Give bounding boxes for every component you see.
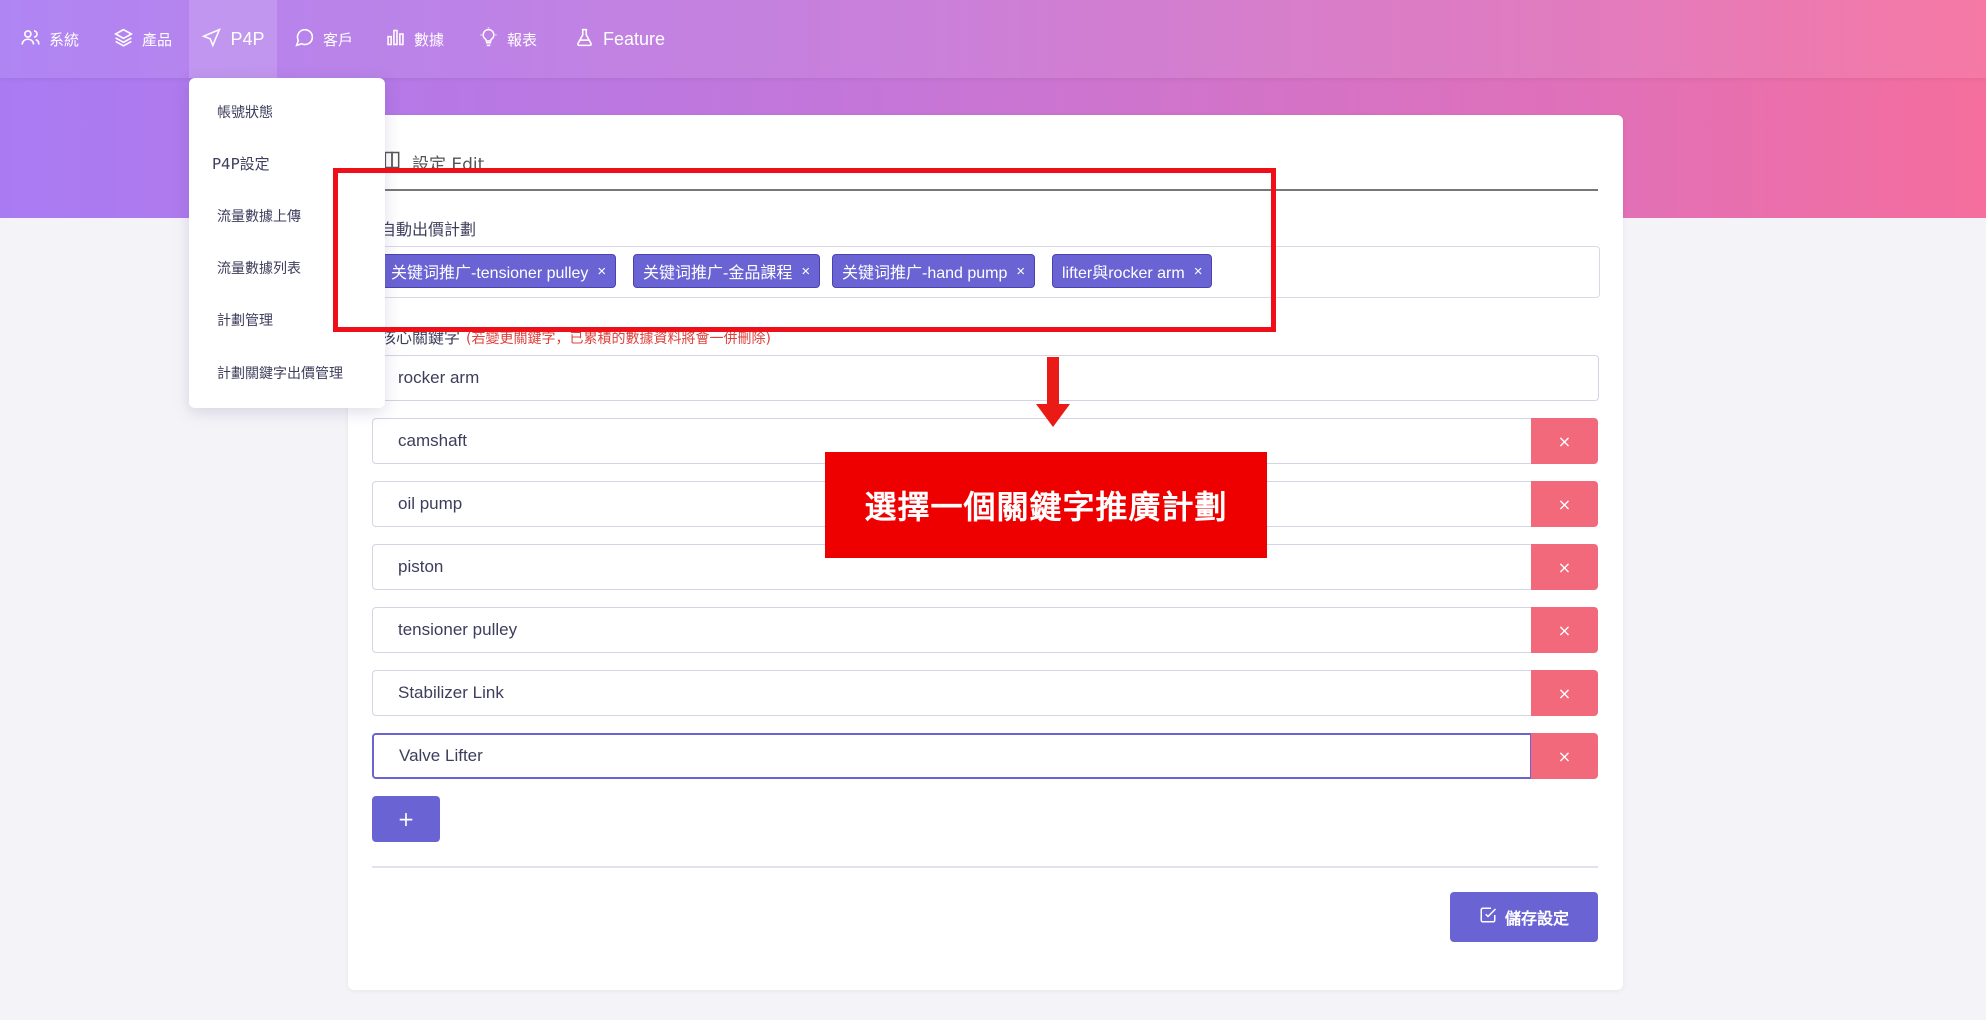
nav-label: 報表 — [507, 30, 538, 49]
p4p-dropdown-menu: 帳號狀態 P4P設定 流量數據上傳 流量數據列表 計劃管理 計劃關鍵字出價管理 — [189, 78, 385, 408]
plan-tag-label: 关键词推广-hand pump — [842, 265, 1008, 282]
nav-item-data[interactable]: 數據 — [385, 0, 444, 78]
keyword-value: camshaft — [398, 431, 467, 450]
nav-label: 數據 — [414, 30, 445, 49]
dropdown-item-keyword-bid-management[interactable]: 計劃關鍵字出價管理 — [217, 363, 343, 383]
book-icon — [382, 150, 402, 175]
keyword-input[interactable]: rocker arm — [372, 355, 1599, 401]
plan-tag[interactable]: 关键词推广-hand pump × — [832, 254, 1036, 288]
keyword-value: piston — [398, 557, 444, 576]
plan-tag-label: 关键词推广-tensioner pulley — [391, 265, 589, 282]
card-title: 設定 Edit — [382, 150, 484, 175]
bar-chart-icon — [385, 27, 406, 52]
nav-item-feature[interactable]: Feature — [574, 0, 665, 78]
keyword-value: Valve Lifter — [399, 746, 483, 765]
users-icon — [20, 27, 41, 52]
nav-item-system[interactable]: 系統 — [20, 0, 79, 78]
keywords-label: 核心關鍵字 (若變更關鍵字，已累積的數據資料將會一併刪除) — [380, 324, 771, 348]
keywords-hint: (若變更關鍵字，已累積的數據資料將會一併刪除) — [466, 331, 771, 347]
nav-label: P4P — [230, 28, 265, 49]
delete-keyword-button[interactable]: × — [1531, 607, 1598, 653]
annotation-arrow-shaft — [1047, 357, 1059, 405]
remove-tag-icon[interactable]: × — [801, 263, 810, 280]
plans-label: 自動出價計劃 — [380, 220, 477, 239]
nav-item-p4p[interactable]: P4P — [189, 0, 277, 78]
delete-keyword-button[interactable]: × — [1531, 733, 1598, 779]
keyword-input[interactable]: Valve Lifter — [372, 733, 1532, 779]
nav-label: Feature — [603, 28, 666, 49]
keyword-value: oil pump — [398, 494, 463, 513]
title-divider — [372, 189, 1598, 191]
nav-item-reports[interactable]: 報表 — [478, 0, 537, 78]
card-title-text: 設定 Edit — [412, 155, 485, 175]
checkbox-icon — [1479, 906, 1497, 928]
lightbulb-icon — [478, 26, 499, 52]
top-navigation: 系統 產品 P4P 客戶 數據 報表 Feature — [0, 0, 1986, 78]
plan-tag-label: 关键词推广-金品課程 — [643, 265, 793, 282]
dropdown-item-traffic-list[interactable]: 流量數據列表 — [217, 258, 301, 278]
footer-divider — [372, 866, 1598, 868]
keywords-label-text: 核心關鍵字 — [380, 328, 461, 347]
keyword-value: tensioner pulley — [398, 620, 518, 639]
delete-keyword-button[interactable]: × — [1531, 418, 1598, 464]
flask-icon — [574, 27, 595, 52]
keyword-input[interactable]: tensioner pulley — [372, 607, 1532, 653]
save-settings-button[interactable]: 儲存設定 — [1450, 892, 1598, 942]
remove-tag-icon[interactable]: × — [597, 263, 606, 280]
nav-label: 客戶 — [323, 30, 354, 49]
layers-icon — [113, 27, 134, 52]
delete-keyword-button[interactable]: × — [1531, 544, 1598, 590]
add-keyword-button[interactable]: + — [372, 796, 440, 842]
dropdown-item-p4p-settings[interactable]: P4P設定 — [212, 153, 270, 174]
dropdown-item-traffic-upload[interactable]: 流量數據上傳 — [217, 206, 301, 226]
nav-item-products[interactable]: 產品 — [113, 0, 172, 78]
plan-tag-label: lifter與rocker arm — [1062, 265, 1185, 282]
message-circle-icon — [294, 27, 315, 52]
keyword-value: Stabilizer Link — [398, 683, 504, 702]
dropdown-item-account-status[interactable]: 帳號狀態 — [217, 102, 273, 122]
keyword-input[interactable]: Stabilizer Link — [372, 670, 1532, 716]
remove-tag-icon[interactable]: × — [1194, 263, 1203, 280]
nav-label: 產品 — [142, 30, 173, 49]
delete-keyword-button[interactable]: × — [1531, 670, 1598, 716]
dropdown-item-plan-management[interactable]: 計劃管理 — [217, 310, 273, 330]
nav-label: 系統 — [49, 30, 80, 49]
annotation-arrow-icon — [1036, 404, 1070, 427]
save-label: 儲存設定 — [1504, 909, 1569, 928]
navigation-icon — [201, 27, 222, 52]
plan-tag[interactable]: 关键词推广-金品課程 × — [633, 254, 821, 288]
remove-tag-icon[interactable]: × — [1016, 263, 1025, 280]
plan-tag[interactable]: 关键词推广-tensioner pulley × — [381, 254, 617, 288]
keyword-value: rocker arm — [398, 368, 480, 387]
nav-item-customers[interactable]: 客戶 — [294, 0, 353, 78]
plan-tag[interactable]: lifter與rocker arm × — [1052, 254, 1213, 288]
delete-keyword-button[interactable]: × — [1531, 481, 1598, 527]
annotation-callout: 選擇一個關鍵字推廣計劃 — [825, 452, 1267, 558]
